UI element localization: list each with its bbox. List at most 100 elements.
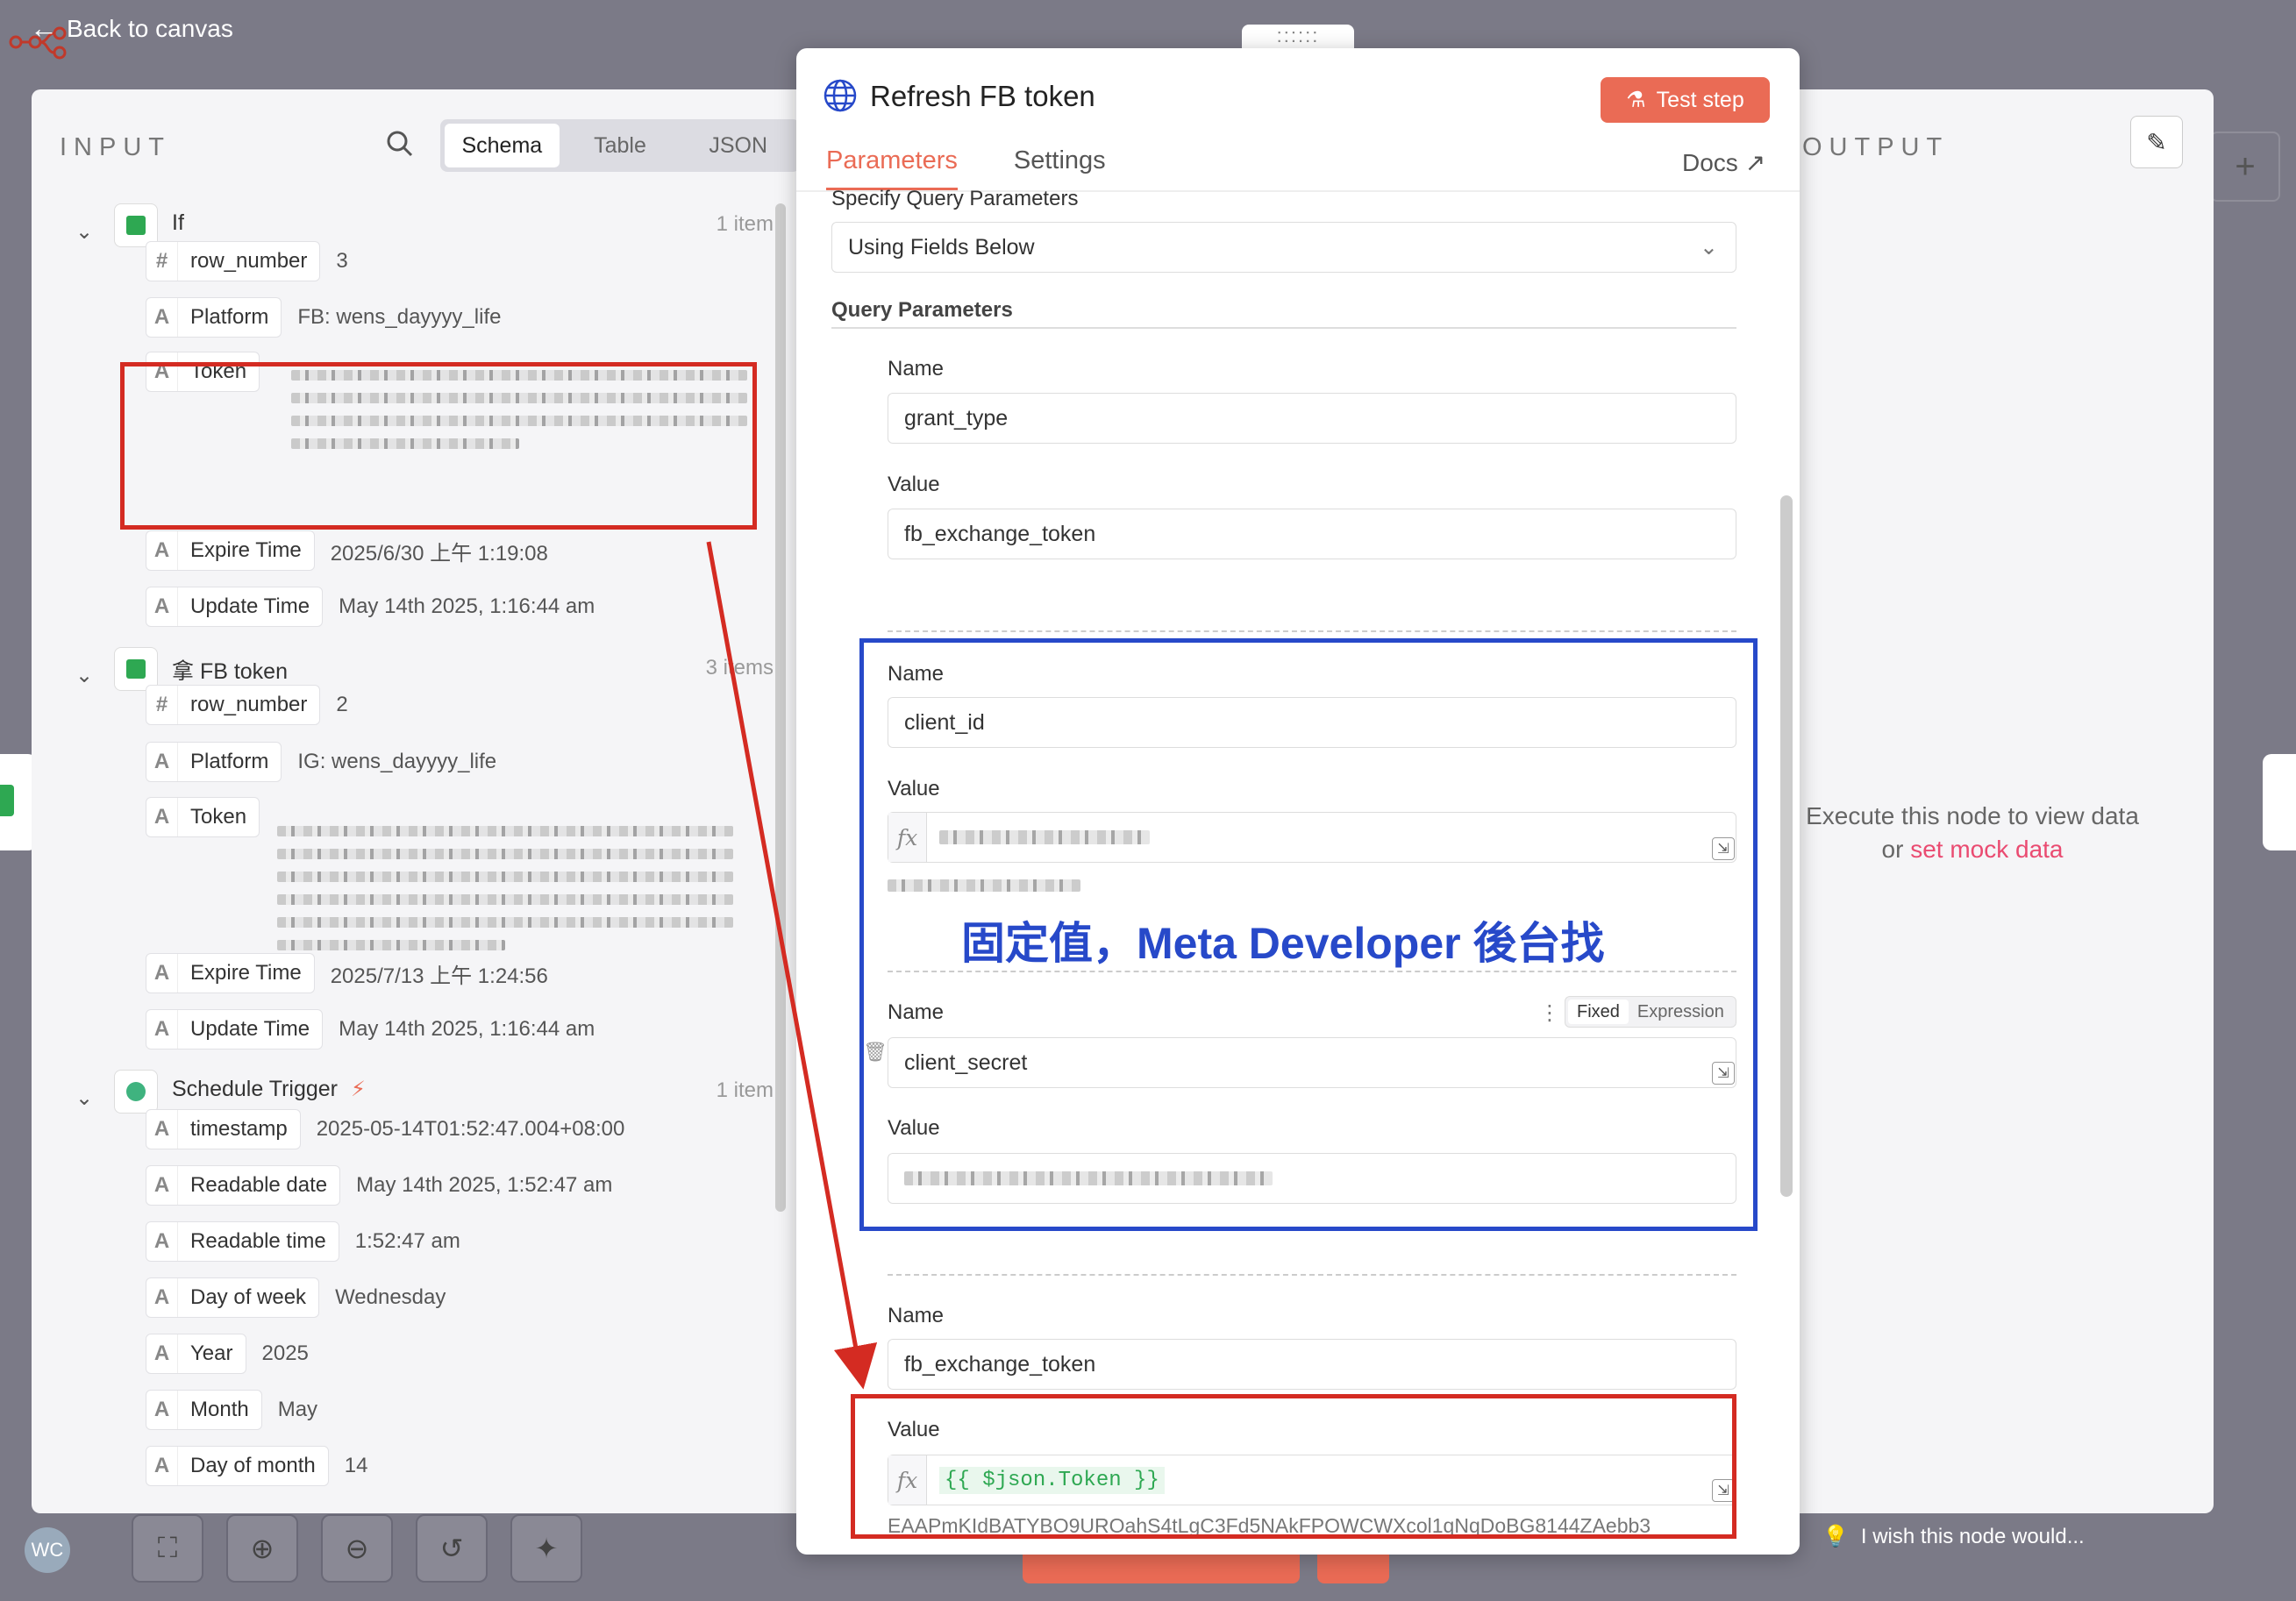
- node-name: Schedule Trigger: [172, 1077, 339, 1101]
- field-name: Day of week: [190, 1285, 307, 1309]
- node-title[interactable]: Refresh FB token: [870, 80, 1095, 113]
- field-value: May 14th 2025, 1:16:44 am: [339, 594, 595, 618]
- tab-settings[interactable]: Settings: [1014, 146, 1106, 190]
- arrow-left-icon: ←: [30, 12, 58, 44]
- field-name: Day of month: [190, 1454, 316, 1477]
- schema-field[interactable]: A Expire Time 2025/7/13 上午 1:24:56: [146, 953, 548, 993]
- schema-field[interactable]: A Day of month 14: [146, 1446, 367, 1486]
- param-name-label: Name: [888, 1304, 945, 1327]
- right-edge-tab[interactable]: [2263, 754, 2296, 850]
- undo-icon: ↺: [439, 1533, 464, 1564]
- field-value: 1:52:47 am: [354, 1229, 460, 1253]
- schema-field[interactable]: A Readable time 1:52:47 am: [146, 1221, 460, 1262]
- scrollbar[interactable]: [1780, 495, 1793, 1197]
- empty-or: or: [1881, 836, 1904, 863]
- lightbulb-icon: 💡: [1822, 1525, 1849, 1548]
- edit-output-button[interactable]: ✎: [2130, 116, 2183, 168]
- chevron-down-icon[interactable]: ⌄: [75, 1085, 93, 1111]
- schema-field[interactable]: # row_number 3: [146, 241, 348, 281]
- field-type-icon: A: [146, 587, 178, 626]
- field-type-icon: A: [146, 1166, 178, 1205]
- reset-zoom-button[interactable]: ↺: [416, 1514, 488, 1583]
- item-count: 1 item: [716, 1078, 774, 1102]
- field-value: 2025: [261, 1341, 309, 1365]
- field-name: Token: [190, 805, 247, 829]
- schema-field[interactable]: A Expire Time 2025/6/30 上午 1:19:08: [146, 530, 548, 571]
- modal-tabs: Parameters Settings: [826, 146, 1106, 190]
- globe-icon: [823, 78, 858, 113]
- fit-view-button[interactable]: ⛶: [132, 1514, 203, 1583]
- param-name-input[interactable]: fb_exchange_token: [888, 1339, 1736, 1390]
- chevron-down-icon[interactable]: ⌄: [75, 219, 93, 245]
- scrollbar[interactable]: [775, 203, 786, 1212]
- empty-message: Execute this node to view data: [1806, 802, 2139, 829]
- field-value: 3: [336, 249, 348, 273]
- field-type-icon: A: [146, 1447, 178, 1485]
- select-value: Using Fields Below: [848, 234, 1035, 260]
- tab-parameters[interactable]: Parameters: [826, 146, 958, 190]
- add-node-button[interactable]: +: [2210, 132, 2280, 202]
- schema-field[interactable]: A Platform FB: wens_dayyyy_life: [146, 297, 501, 338]
- redacted-token: [277, 917, 733, 928]
- field-value: 2: [336, 693, 348, 716]
- redacted-token: [277, 894, 733, 905]
- node-name: 拿 FB token: [172, 659, 288, 684]
- schema-field[interactable]: A Day of week Wednesday: [146, 1277, 446, 1318]
- specify-query-select[interactable]: Using Fields Below ⌄: [831, 222, 1736, 273]
- schema-field[interactable]: A Month May: [146, 1390, 317, 1430]
- schema-field[interactable]: A Token: [146, 797, 275, 837]
- schema-field[interactable]: A Update Time May 14th 2025, 1:16:44 am: [146, 1009, 595, 1050]
- test-step-button[interactable]: ⚗ Test step: [1601, 77, 1770, 123]
- field-value: Wednesday: [335, 1285, 446, 1309]
- zoom-in-button[interactable]: ⊕: [226, 1514, 298, 1583]
- field-value: May 14th 2025, 1:16:44 am: [339, 1017, 595, 1041]
- fullscreen-icon: ⛶: [157, 1532, 178, 1563]
- field-type-icon: A: [146, 798, 178, 836]
- redacted-token: [277, 849, 733, 859]
- zoom-out-icon: ⊖: [345, 1533, 369, 1564]
- field-name: Expire Time: [190, 961, 302, 985]
- field-pill: A Platform: [146, 297, 282, 338]
- schema-field[interactable]: Atimestamp 2025-05-14T01:52:47.004+08:00: [146, 1109, 624, 1149]
- field-name: Readable time: [190, 1229, 326, 1253]
- field-pill: A Expire Time: [146, 530, 315, 571]
- param-value-text: fb_exchange_token: [904, 521, 1096, 546]
- field-pill: Atimestamp: [146, 1109, 301, 1149]
- field-type-icon: A: [146, 1010, 178, 1049]
- external-link-icon: ↗: [1744, 149, 1766, 176]
- back-label: Back to canvas: [67, 14, 233, 42]
- field-type-icon: A: [146, 1110, 178, 1149]
- zoom-out-button[interactable]: ⊖: [321, 1514, 393, 1583]
- field-pill: A Year: [146, 1334, 246, 1374]
- back-to-canvas-link[interactable]: ← Back to canvas: [30, 12, 233, 45]
- avatar[interactable]: WC: [25, 1527, 70, 1573]
- param-name-label: Name: [888, 357, 945, 381]
- field-name: timestamp: [190, 1117, 288, 1141]
- schema-field[interactable]: A Platform IG: wens_dayyyy_life: [146, 742, 496, 782]
- field-name: Platform: [190, 305, 269, 329]
- feedback-link[interactable]: 💡 I wish this node would...: [1822, 1524, 2085, 1549]
- field-value: May: [277, 1398, 318, 1421]
- field-value: 2025/6/30 上午 1:19:08: [330, 541, 548, 566]
- field-pill: A Day of week: [146, 1277, 320, 1318]
- field-pill: # row_number: [146, 685, 321, 725]
- schema-field[interactable]: A Update Time May 14th 2025, 1:16:44 am: [146, 587, 595, 627]
- tidy-button[interactable]: ✦: [510, 1514, 582, 1583]
- param-value-input[interactable]: fb_exchange_token: [888, 509, 1736, 559]
- set-mock-data-link[interactable]: set mock data: [1910, 836, 2063, 863]
- field-value: May 14th 2025, 1:52:47 am: [356, 1173, 613, 1197]
- test-step-label: Test step: [1656, 87, 1744, 112]
- schema-field[interactable]: A Year 2025: [146, 1334, 309, 1374]
- field-name: Year: [190, 1341, 233, 1365]
- schema-field[interactable]: # row_number 2: [146, 685, 348, 725]
- schema-field[interactable]: A Readable date May 14th 2025, 1:52:47 am: [146, 1165, 612, 1206]
- chevron-down-icon: ⌄: [1700, 235, 1718, 260]
- docs-link[interactable]: Docs ↗: [1682, 148, 1765, 177]
- specify-query-label: Specify Query Parameters: [831, 187, 1079, 210]
- annotation-text: 固定值，Meta Developer 後台找: [961, 919, 1605, 968]
- drag-handle[interactable]: ::::::: [1242, 25, 1354, 51]
- pencil-icon: ✎: [2146, 128, 2167, 156]
- chevron-down-icon[interactable]: ⌄: [75, 663, 93, 688]
- param-name-input[interactable]: grant_type: [888, 393, 1736, 444]
- field-value: FB: wens_dayyyy_life: [297, 305, 502, 329]
